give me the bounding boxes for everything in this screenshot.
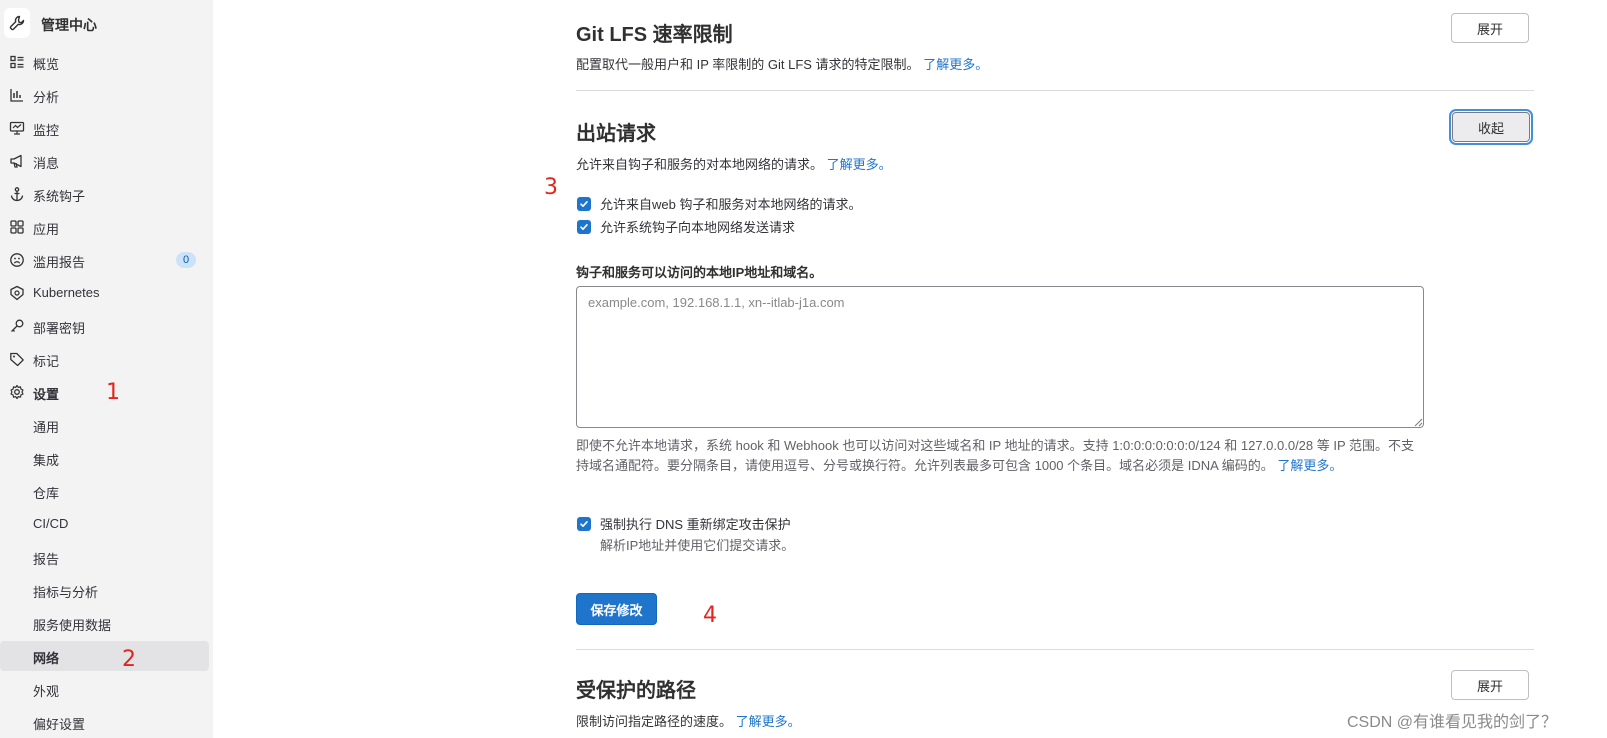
allow-webhook-local-requests[interactable]: 允许来自web 钩子和服务对本地网络的请求。: [577, 194, 861, 213]
protected-paths-expand-button[interactable]: 展开: [1451, 670, 1529, 700]
sidebar-subitem-label: 集成: [33, 453, 60, 468]
key-icon: [9, 318, 25, 334]
protected-paths-title: 受保护的路径: [576, 680, 696, 702]
admin-title: 管理中心: [41, 17, 97, 33]
admin-brand[interactable]: 管理中心: [0, 5, 213, 41]
chart-icon: [9, 87, 25, 103]
sidebar-subitem-label: 网络: [33, 651, 60, 666]
dns-rebinding-protection[interactable]: 强制执行 DNS 重新绑定攻击保护: [577, 514, 791, 533]
sidebar-item-overview[interactable]: 概览: [0, 47, 213, 77]
outbound-description: 允许来自钩子和服务的对本地网络的请求。 了解更多。: [576, 154, 892, 173]
git-lfs-desc-text: 配置取代一般用户和 IP 率限制的 Git LFS 请求的特定限制。: [576, 57, 920, 72]
sidebar-subitem-repository[interactable]: 仓库: [0, 476, 213, 506]
git-lfs-learn-more-link[interactable]: 了解更多。: [923, 57, 988, 72]
check-icon: [580, 223, 588, 230]
outbound-desc-text: 允许来自钩子和服务的对本地网络的请求。: [576, 157, 824, 172]
save-changes-button[interactable]: 保存修改: [576, 593, 657, 625]
sidebar-subitem-label: 指标与分析: [33, 585, 99, 600]
section-divider: [576, 649, 1534, 650]
protected-paths-learn-more-link[interactable]: 了解更多。: [736, 714, 801, 729]
sidebar-subitem-reporting[interactable]: 报告: [0, 542, 213, 572]
protected-paths-description: 限制访问指定路径的速度。 了解更多。: [576, 711, 801, 730]
checkbox-label: 允许系统钩子向本地网络发送请求: [600, 220, 796, 235]
checkbox-label: 允许来自web 钩子和服务对本地网络的请求。: [600, 197, 862, 212]
sidebar-item-analytics[interactable]: 分析: [0, 80, 213, 110]
sidebar-subitem-metrics[interactable]: 指标与分析: [0, 575, 213, 605]
sidebar-subitem-label: 通用: [33, 420, 60, 435]
settings-icon: [9, 384, 25, 400]
allowlist-help-text: 即使不允许本地请求，系统 hook 和 Webhook 也可以访问对这些域名和 …: [576, 436, 1416, 476]
abuse-icon: [9, 252, 25, 268]
sidebar-item-abuse-reports[interactable]: 滥用报告 0: [0, 245, 213, 275]
dns-help-text: 解析IP地址并使用它们提交请求。: [600, 538, 795, 553]
git-lfs-expand-button[interactable]: 展开: [1451, 13, 1529, 43]
checkbox-checked[interactable]: [577, 196, 591, 211]
sidebar-item-label: 部署密钥: [33, 321, 86, 336]
annotation-1: 1: [106, 380, 120, 405]
checkbox-checked[interactable]: [577, 516, 591, 531]
monitor-icon: [9, 120, 25, 136]
bullhorn-icon: [9, 153, 25, 169]
checkbox-checked[interactable]: [577, 219, 591, 234]
sidebar-item-kubernetes[interactable]: Kubernetes: [0, 278, 213, 308]
sidebar-subitem-label: 报告: [33, 552, 60, 567]
sidebar-subitem-service-usage[interactable]: 服务使用数据: [0, 608, 213, 638]
sidebar-item-messages[interactable]: 消息: [0, 146, 213, 176]
git-lfs-title: Git LFS 速率限制: [576, 24, 733, 46]
sidebar-subitem-general[interactable]: 通用: [0, 410, 213, 440]
sidebar-item-label: 消息: [33, 156, 60, 171]
kubernetes-icon: [9, 285, 25, 301]
abuse-count-badge: 0: [176, 252, 196, 268]
anchor-icon: [9, 186, 25, 202]
sidebar-item-label: 设置: [33, 387, 60, 402]
sidebar-subitem-label: CI/CD: [33, 516, 69, 531]
sidebar: 管理中心 概览 分析 监控 消息 系统钩子 应用 滥用报告 0 Kubernet…: [0, 0, 213, 738]
sidebar-subitem-label: 仓库: [33, 486, 60, 501]
sidebar-subitem-label: 外观: [33, 684, 60, 699]
sidebar-item-label: Kubernetes: [33, 285, 100, 300]
sidebar-item-label: 滥用报告: [33, 255, 86, 270]
sidebar-subitem-label: 服务使用数据: [33, 618, 112, 633]
label-icon: [9, 351, 25, 367]
protected-paths-desc-text: 限制访问指定路径的速度。: [576, 714, 733, 729]
sidebar-subitem-integrations[interactable]: 集成: [0, 443, 213, 473]
annotation-2: 2: [122, 647, 136, 672]
csdn-watermark: CSDN @有谁看见我的剑了？: [1347, 714, 1558, 731]
sidebar-item-monitoring[interactable]: 监控: [0, 113, 213, 143]
sidebar-subitem-network[interactable]: 网络: [0, 641, 209, 671]
sidebar-subitem-cicd[interactable]: CI/CD: [0, 509, 213, 539]
overview-icon: [9, 54, 25, 70]
sidebar-item-applications[interactable]: 应用: [0, 212, 213, 242]
outbound-title: 出站请求: [576, 123, 656, 145]
sidebar-item-system-hooks[interactable]: 系统钩子: [0, 179, 213, 209]
sidebar-item-label: 监控: [33, 123, 60, 138]
sidebar-item-label: 系统钩子: [33, 189, 86, 204]
sidebar-item-label: 概览: [33, 57, 60, 72]
annotation-4: 4: [703, 603, 717, 628]
annotation-3: 3: [544, 175, 558, 200]
allowlist-label: 钩子和服务可以访问的本地IP地址和域名。: [576, 265, 823, 280]
resize-handle-icon[interactable]: [1414, 418, 1423, 427]
check-icon: [580, 520, 588, 527]
help-learn-more-link[interactable]: 了解更多。: [1277, 458, 1342, 473]
allowlist-textarea[interactable]: [576, 286, 1424, 428]
outbound-collapse-button[interactable]: 收起: [1452, 112, 1530, 142]
sidebar-item-label: 标记: [33, 354, 60, 369]
sidebar-subitem-label: 偏好设置: [33, 717, 86, 732]
check-icon: [580, 200, 588, 207]
section-divider: [576, 90, 1534, 91]
sidebar-item-labels[interactable]: 标记: [0, 344, 213, 374]
checkbox-label: 强制执行 DNS 重新绑定攻击保护: [600, 517, 791, 532]
apps-icon: [9, 219, 25, 235]
git-lfs-description: 配置取代一般用户和 IP 率限制的 Git LFS 请求的特定限制。 了解更多。: [576, 54, 988, 73]
sidebar-item-label: 分析: [33, 90, 60, 105]
outbound-learn-more-link[interactable]: 了解更多。: [827, 157, 892, 172]
sidebar-subitem-preferences[interactable]: 偏好设置: [0, 707, 213, 737]
sidebar-subitem-appearance[interactable]: 外观: [0, 674, 213, 704]
wrench-icon: [4, 8, 30, 38]
sidebar-item-deploy-keys[interactable]: 部署密钥: [0, 311, 213, 341]
sidebar-item-label: 应用: [33, 222, 60, 237]
allow-system-hooks-local-requests[interactable]: 允许系统钩子向本地网络发送请求: [577, 217, 795, 236]
